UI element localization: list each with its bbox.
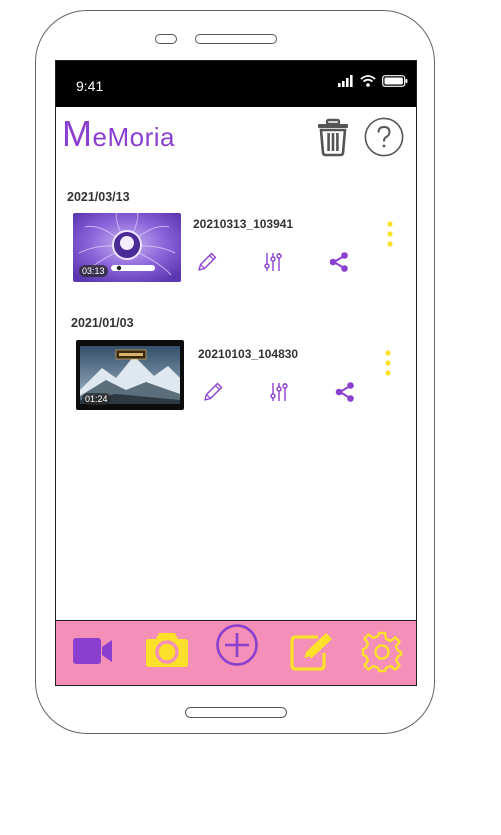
wifi-icon	[360, 75, 376, 87]
nav-video-button[interactable]	[72, 636, 114, 671]
help-icon	[364, 117, 404, 157]
edit-note-icon	[290, 633, 332, 671]
nav-camera-button[interactable]	[145, 630, 189, 673]
settings-icon	[361, 631, 403, 673]
nav-add-button[interactable]	[215, 623, 259, 672]
video-name[interactable]: 20210313_103941	[193, 217, 293, 231]
share-button[interactable]	[328, 251, 350, 273]
battery-icon	[382, 75, 408, 87]
help-button[interactable]	[364, 117, 404, 157]
share-button[interactable]	[334, 381, 356, 403]
app-screen: 9:41 MeMoria 2021/03/13 03:13 20210313_1…	[55, 60, 417, 686]
bottom-navigation	[56, 620, 416, 685]
status-icons	[338, 75, 408, 87]
status-time: 9:41	[76, 78, 104, 94]
app-header: MeMoria	[56, 107, 416, 167]
trash-icon	[318, 118, 348, 157]
edit-button[interactable]	[202, 381, 224, 403]
status-bar: 9:41	[56, 61, 416, 107]
nav-edit-button[interactable]	[290, 631, 334, 676]
adjust-button[interactable]	[262, 251, 284, 273]
edit-button[interactable]	[196, 251, 218, 273]
pencil-icon	[198, 252, 217, 271]
more-vertical-icon	[387, 221, 393, 247]
more-options-button[interactable]	[382, 349, 394, 379]
more-options-button[interactable]	[384, 220, 396, 250]
video-camera-icon	[73, 638, 112, 664]
nav-settings-button[interactable]	[361, 631, 403, 678]
phone-speaker	[195, 34, 277, 44]
video-duration: 01:24	[82, 393, 111, 405]
date-heading: 2021/01/03	[71, 316, 134, 330]
video-thumbnail[interactable]: 01:24	[76, 340, 184, 410]
pencil-icon	[204, 382, 223, 401]
more-vertical-icon	[385, 350, 391, 376]
phone-camera	[155, 34, 177, 44]
sliders-icon	[264, 253, 282, 271]
adjust-button[interactable]	[268, 381, 290, 403]
share-icon	[335, 382, 354, 402]
delete-button[interactable]	[316, 117, 350, 157]
date-heading: 2021/03/13	[67, 190, 130, 204]
video-thumbnail[interactable]: 03:13	[73, 213, 181, 282]
share-icon	[329, 252, 348, 272]
signal-icon	[338, 75, 353, 87]
sliders-icon	[270, 383, 288, 401]
video-name[interactable]: 20210103_104830	[198, 347, 298, 361]
camera-icon	[146, 633, 188, 667]
phone-home-button[interactable]	[185, 707, 287, 718]
app-title: MeMoria	[62, 113, 175, 154]
video-duration: 03:13	[79, 265, 108, 277]
add-circle-icon	[216, 624, 258, 666]
